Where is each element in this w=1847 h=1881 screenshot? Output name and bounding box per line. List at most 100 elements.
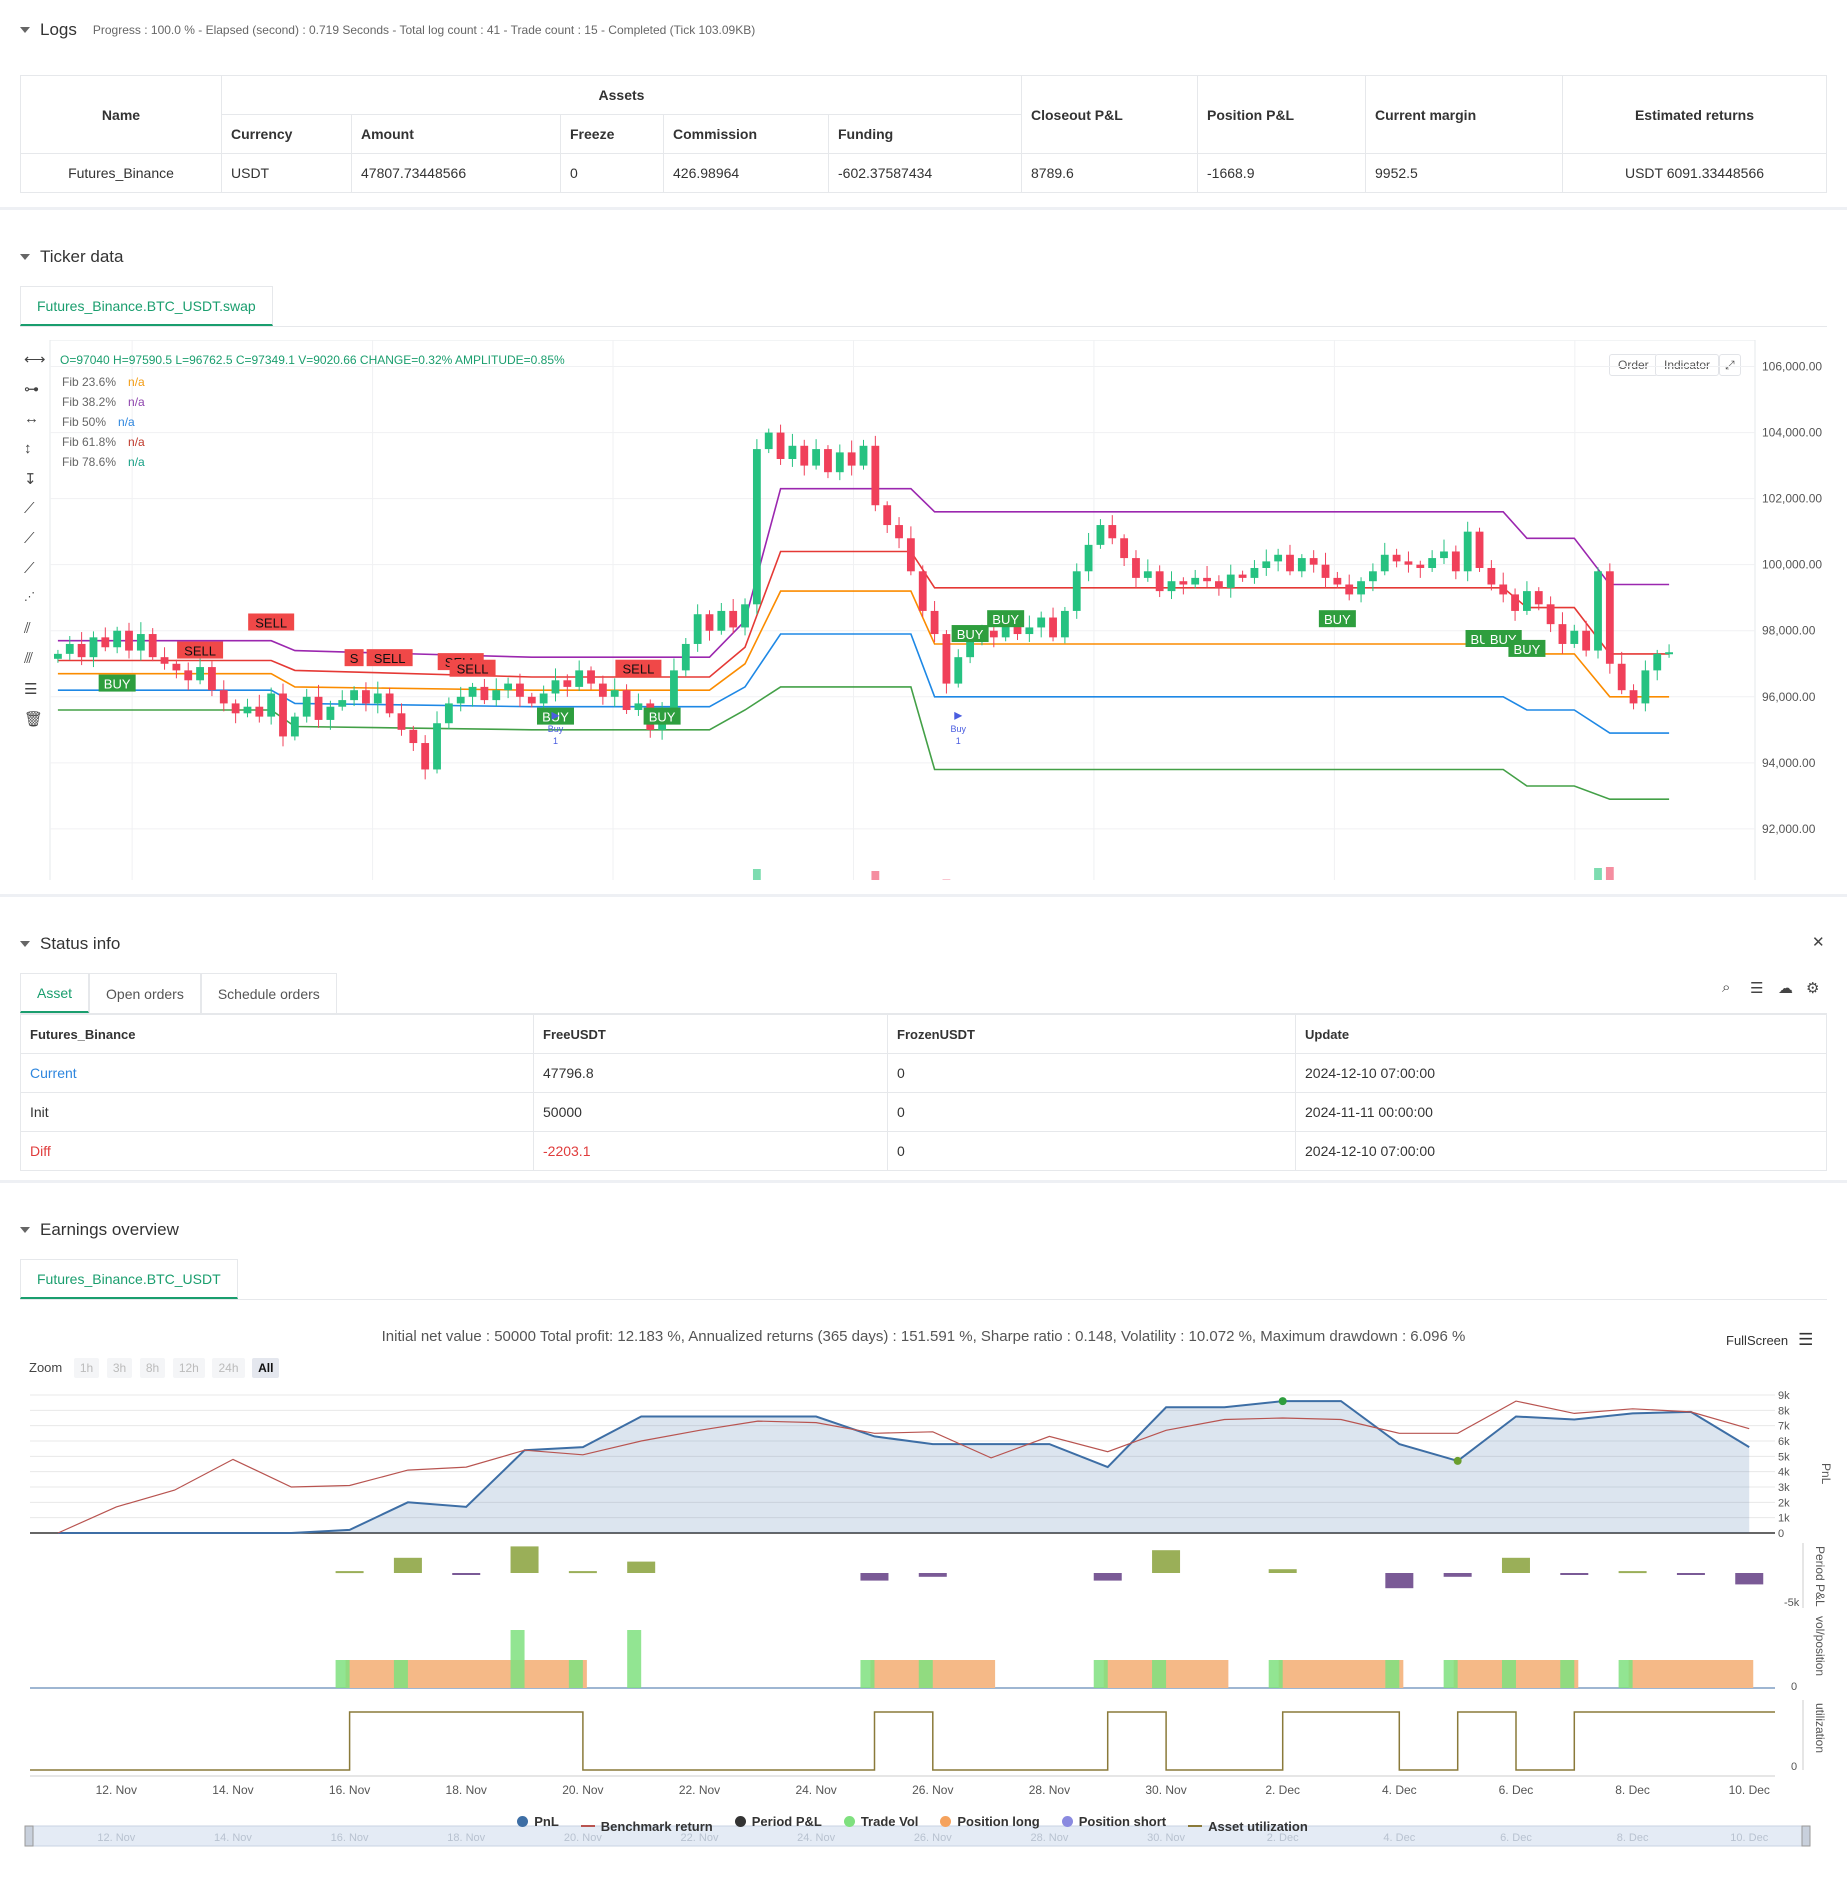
legend-item[interactable]: Asset utilization xyxy=(1188,1819,1308,1834)
trade-vol-bar xyxy=(1443,1660,1458,1688)
zoom-8h-button[interactable]: 8h xyxy=(139,1358,166,1378)
candle-body xyxy=(1511,594,1519,611)
legend-marker-icon xyxy=(580,1825,595,1827)
cell-update: 2024-12-10 07:00:00 xyxy=(1295,1131,1827,1171)
pnl-tick-label: 7k xyxy=(1778,1421,1790,1433)
x-tick-label: 10. Dec xyxy=(1729,1783,1770,1797)
gear-icon[interactable]: ⚙ xyxy=(1806,979,1819,997)
candle-body xyxy=(456,696,465,704)
list-icon[interactable]: ☰ xyxy=(1750,979,1763,997)
menu-icon[interactable]: ☰ xyxy=(1798,1330,1813,1350)
x-tick-label: 6. Dec xyxy=(1499,1783,1534,1797)
zoom-all-button[interactable]: All xyxy=(252,1358,280,1378)
cell-free: -2203.1 xyxy=(533,1131,888,1171)
earnings-tabs: Futures_Binance.BTC_USDT xyxy=(20,1259,238,1300)
candle-body xyxy=(1049,617,1057,638)
navigator-tick-label: 24. Nov xyxy=(797,1832,835,1844)
candle-body xyxy=(290,716,299,737)
period-pnl-bar xyxy=(1152,1550,1181,1573)
candle-body xyxy=(113,630,122,648)
ticker-panel: Ticker data Futures_Binance.BTC_USDT.swa… xyxy=(0,210,1847,894)
table-row: Init 50000 0 2024-11-11 00:00:00 xyxy=(20,1092,1827,1132)
tab-open-orders[interactable]: Open orders xyxy=(89,973,201,1013)
trade-vol-bar xyxy=(1385,1660,1400,1688)
candle-body xyxy=(1440,551,1448,559)
cell-commission: 426.98964 xyxy=(663,153,829,193)
navigator-tick-label: 2. Dec xyxy=(1267,1832,1299,1844)
legend-marker-icon xyxy=(1188,1825,1203,1827)
x-tick-label: 4. Dec xyxy=(1382,1783,1417,1797)
collapse-caret-icon[interactable] xyxy=(20,27,30,33)
period-pnl-bar xyxy=(627,1561,656,1573)
logs-table: Name Assets Closeout P&L Position P&L Cu… xyxy=(20,75,1827,193)
zoom-24h-button[interactable]: 24h xyxy=(212,1358,245,1378)
collapse-caret-icon[interactable] xyxy=(20,1227,30,1233)
period-pnl-bar xyxy=(1385,1573,1414,1589)
ticker-header[interactable]: Ticker data xyxy=(20,245,123,269)
tab-earnings-symbol[interactable]: Futures_Binance.BTC_USDT xyxy=(20,1259,238,1299)
candle-body xyxy=(1582,630,1591,651)
candle-body xyxy=(54,653,62,659)
candle-body xyxy=(1665,652,1673,655)
zoom-12h-button[interactable]: 12h xyxy=(172,1358,205,1378)
candle-body xyxy=(326,706,335,720)
y-tick-label: 102,000.00 xyxy=(1762,492,1822,506)
earnings-legend: PnL Benchmark return Period P&L Trade Vol Po… xyxy=(0,1814,1847,1834)
legend-item[interactable]: Position short xyxy=(1061,1814,1166,1829)
candle-body xyxy=(610,690,619,697)
period-pnl-bar xyxy=(510,1546,539,1573)
candle-body xyxy=(930,610,939,635)
candle-body xyxy=(895,525,903,539)
legend-item[interactable]: PnL xyxy=(517,1814,559,1829)
candle-body xyxy=(148,634,157,658)
col-frozen: FrozenUSDT xyxy=(887,1014,1296,1054)
collapse-arrows-icon[interactable]: ✕ xyxy=(1812,933,1825,951)
fullscreen-button[interactable]: FullScreen ☰ xyxy=(1726,1330,1813,1350)
cell-free: 50000 xyxy=(533,1092,888,1132)
candle-body xyxy=(77,643,86,658)
status-header[interactable]: Status info xyxy=(20,932,120,956)
zoom-3h-button[interactable]: 3h xyxy=(106,1358,133,1378)
candle-body xyxy=(1321,564,1330,578)
col-assets: Assets xyxy=(221,75,1022,115)
col-returns: Estimated returns xyxy=(1562,75,1827,154)
legend-item[interactable]: Position long xyxy=(940,1814,1040,1829)
period-tick-label: -5k xyxy=(1784,1597,1800,1609)
legend-label: Position long xyxy=(957,1814,1040,1829)
zoom-1h-button[interactable]: 1h xyxy=(73,1358,100,1378)
tab-schedule-orders[interactable]: Schedule orders xyxy=(200,973,337,1013)
collapse-caret-icon[interactable] xyxy=(20,941,30,947)
collapse-caret-icon[interactable] xyxy=(20,254,30,260)
y-tick-label: 92,000.00 xyxy=(1762,822,1816,836)
candle-body xyxy=(800,445,809,466)
earnings-header[interactable]: Earnings overview xyxy=(20,1218,179,1242)
tab-ticker-symbol[interactable]: Futures_Binance.BTC_USDT.swap xyxy=(20,286,273,326)
signal-label: BUY xyxy=(957,627,984,642)
fib-line-fib_618 xyxy=(57,550,1670,678)
logs-header[interactable]: Logs Progress : 100.0 % - Elapsed (secon… xyxy=(20,18,755,42)
earnings-chart[interactable]: 9k 8k 7k 6k 5k 4k 3k 2k 1k 0 PnL -5k Period P&L 0 vo… xyxy=(0,1378,1847,1878)
table-row: Current 47796.8 0 2024-12-10 07:00:00 xyxy=(20,1053,1827,1093)
candle-body xyxy=(717,610,726,631)
candle-body xyxy=(1463,531,1472,572)
legend-item[interactable]: Period P&L xyxy=(734,1814,822,1829)
vol-axis-label: vol/position xyxy=(1813,1616,1827,1676)
x-tick-label: 8. Dec xyxy=(1615,1783,1650,1797)
fib-legend-item: Fib 50% n/a xyxy=(62,412,145,432)
x-tick-label: 18. Nov xyxy=(446,1783,487,1797)
cloud-download-icon[interactable]: ☁ xyxy=(1778,979,1793,997)
period-pnl-bar xyxy=(1443,1573,1472,1577)
legend-item[interactable]: Benchmark return xyxy=(580,1819,713,1834)
candle-body xyxy=(279,693,287,737)
candle-body xyxy=(444,703,453,724)
y-tick-label: 94,000.00 xyxy=(1762,756,1816,770)
position-long-bar xyxy=(1628,1660,1754,1688)
logs-title: Logs xyxy=(40,20,77,39)
candle-body xyxy=(516,683,524,697)
search-icon[interactable]: ⌕ xyxy=(1722,979,1730,996)
signal-label: BUY xyxy=(649,710,676,725)
tab-asset[interactable]: Asset xyxy=(20,973,90,1013)
legend-item[interactable]: Trade Vol xyxy=(843,1814,918,1829)
pnl-tick-label: 9k xyxy=(1778,1390,1790,1402)
candlestick-chart[interactable]: BUYSELLSELLSELLSSELLSELLSELLBUYBUYBUYBUY… xyxy=(0,340,1847,880)
